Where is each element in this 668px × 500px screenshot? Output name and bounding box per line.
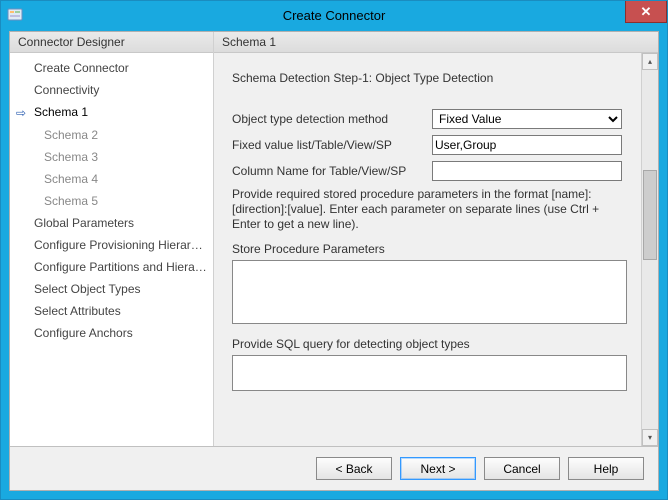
scroll-down-button[interactable]: ▾ <box>642 429 658 446</box>
window-title: Create Connector <box>1 8 667 23</box>
row-method: Object type detection method Fixed Value <box>232 109 627 129</box>
help-button[interactable]: Help <box>568 457 644 480</box>
nav-item-connectivity[interactable]: Connectivity <box>10 79 213 101</box>
nav-item-label: Create Connector <box>34 61 129 75</box>
nav-item-label: Configure Partitions and Hierarchies <box>34 260 213 274</box>
nav-item-schema-4[interactable]: Schema 4 <box>10 168 213 190</box>
label-fixed-list: Fixed value list/Table/View/SP <box>232 138 432 152</box>
row-fixed-list: Fixed value list/Table/View/SP <box>232 135 627 155</box>
nav-item-configure-anchors[interactable]: Configure Anchors <box>10 322 213 344</box>
nav-item-schema-5[interactable]: Schema 5 <box>10 190 213 212</box>
button-bar: < Back Next > Cancel Help <box>10 446 658 490</box>
nav-item-label: Connectivity <box>34 83 99 97</box>
column-name-input[interactable] <box>432 161 622 181</box>
back-button[interactable]: < Back <box>316 457 392 480</box>
arrow-icon: ⇨ <box>16 104 30 122</box>
row-column-name: Column Name for Table/View/SP <box>232 161 627 181</box>
chevron-down-icon: ▾ <box>648 433 652 442</box>
sp-params-textarea[interactable] <box>232 260 627 324</box>
right-panel-header: Schema 1 <box>214 32 658 53</box>
sql-query-textarea[interactable] <box>232 355 627 391</box>
nav-item-global-parameters[interactable]: Global Parameters <box>10 212 213 234</box>
nav-item-configure-partitions-and-hierarchies[interactable]: Configure Partitions and Hierarchies <box>10 256 213 278</box>
window-frame: Create Connector ✕ Connector Designer Cr… <box>0 0 668 500</box>
cancel-button[interactable]: Cancel <box>484 457 560 480</box>
nav-item-schema-2[interactable]: Schema 2 <box>10 124 213 146</box>
nav-item-configure-provisioning-hierarchy[interactable]: Configure Provisioning Hierarchy <box>10 234 213 256</box>
nav-item-select-object-types[interactable]: Select Object Types <box>10 278 213 300</box>
chevron-up-icon: ▴ <box>648 57 652 66</box>
nav-item-schema-1[interactable]: ⇨ Schema 1 <box>10 101 213 124</box>
content-wrap: Schema Detection Step-1: Object Type Det… <box>214 53 658 446</box>
nav-item-label: Schema 3 <box>44 150 98 164</box>
right-panel: Schema 1 Schema Detection Step-1: Object… <box>214 32 658 446</box>
next-button[interactable]: Next > <box>400 457 476 480</box>
nav-item-label: Schema 2 <box>44 128 98 142</box>
left-panel-header: Connector Designer <box>10 32 213 53</box>
label-sp-params: Store Procedure Parameters <box>232 242 627 256</box>
fixed-value-input[interactable] <box>432 135 622 155</box>
nav-item-label: Schema 4 <box>44 172 98 186</box>
detection-method-select[interactable]: Fixed Value <box>432 109 622 129</box>
close-icon: ✕ <box>641 4 652 20</box>
nav-item-create-connector[interactable]: Create Connector <box>10 57 213 79</box>
nav-item-schema-3[interactable]: Schema 3 <box>10 146 213 168</box>
nav-item-label: Select Object Types <box>34 282 141 296</box>
nav-item-select-attributes[interactable]: Select Attributes <box>10 300 213 322</box>
step-title: Schema Detection Step-1: Object Type Det… <box>232 71 627 85</box>
client-area: Connector Designer Create Connector Conne… <box>9 31 659 491</box>
label-column-name: Column Name for Table/View/SP <box>232 164 432 178</box>
main-split: Connector Designer Create Connector Conne… <box>10 32 658 446</box>
nav-item-label: Schema 1 <box>34 105 88 119</box>
nav-item-label: Schema 5 <box>44 194 98 208</box>
scroll-track[interactable] <box>642 70 658 429</box>
close-button[interactable]: ✕ <box>625 1 667 23</box>
nav-item-label: Select Attributes <box>34 304 121 318</box>
scroll-up-button[interactable]: ▴ <box>642 53 658 70</box>
nav-item-label: Global Parameters <box>34 216 134 230</box>
help-text: Provide required stored procedure parame… <box>232 187 627 232</box>
vertical-scrollbar[interactable]: ▴ ▾ <box>641 53 658 446</box>
app-icon <box>7 7 23 23</box>
scroll-thumb[interactable] <box>643 170 657 260</box>
nav-item-label: Configure Anchors <box>34 326 133 340</box>
nav-item-label: Configure Provisioning Hierarchy <box>34 238 209 252</box>
titlebar[interactable]: Create Connector ✕ <box>1 1 667 29</box>
nav-list: Create Connector Connectivity ⇨ Schema 1 Sch… <box>10 53 213 446</box>
form-area: Schema Detection Step-1: Object Type Det… <box>214 53 641 446</box>
label-method: Object type detection method <box>232 112 432 126</box>
left-panel: Connector Designer Create Connector Conne… <box>10 32 214 446</box>
label-sql-query: Provide SQL query for detecting object t… <box>232 337 627 351</box>
